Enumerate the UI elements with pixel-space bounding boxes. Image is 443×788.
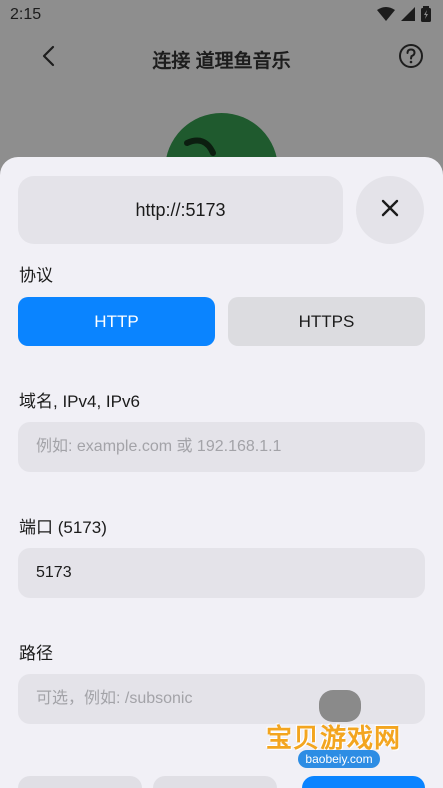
path-label: 路径 (19, 644, 53, 663)
url-preview: http://:5173 (18, 176, 343, 244)
port-label: 端口 (5173) (19, 518, 107, 537)
watermark-domain: baobeiy.com (298, 750, 380, 768)
secondary-button-1[interactable] (18, 776, 142, 788)
port-input[interactable] (18, 548, 425, 598)
host-label: 域名, IPv4, IPv6 (19, 392, 140, 411)
primary-button[interactable] (302, 776, 425, 788)
status-bar: 2:15 (0, 0, 443, 30)
help-icon (398, 43, 424, 74)
page-title: 连接 道理鱼音乐 (152, 51, 291, 72)
status-icons (377, 6, 431, 27)
status-time: 2:15 (10, 6, 42, 23)
watermark: 宝贝游戏网 baobeiy.com (266, 690, 416, 770)
signal-icon (401, 7, 415, 26)
help-button[interactable] (395, 42, 427, 74)
app-bar: 连接 道理鱼音乐 (0, 34, 443, 82)
secondary-button-2[interactable] (153, 776, 277, 788)
battery-icon (421, 6, 431, 27)
protocol-option-https[interactable]: HTTPS (228, 297, 425, 346)
close-icon (381, 199, 399, 222)
protocol-option-http[interactable]: HTTP (18, 297, 215, 346)
close-button[interactable] (356, 176, 424, 244)
host-input[interactable] (18, 422, 425, 472)
protocol-label: 协议 (19, 266, 53, 285)
wifi-icon (377, 7, 395, 26)
